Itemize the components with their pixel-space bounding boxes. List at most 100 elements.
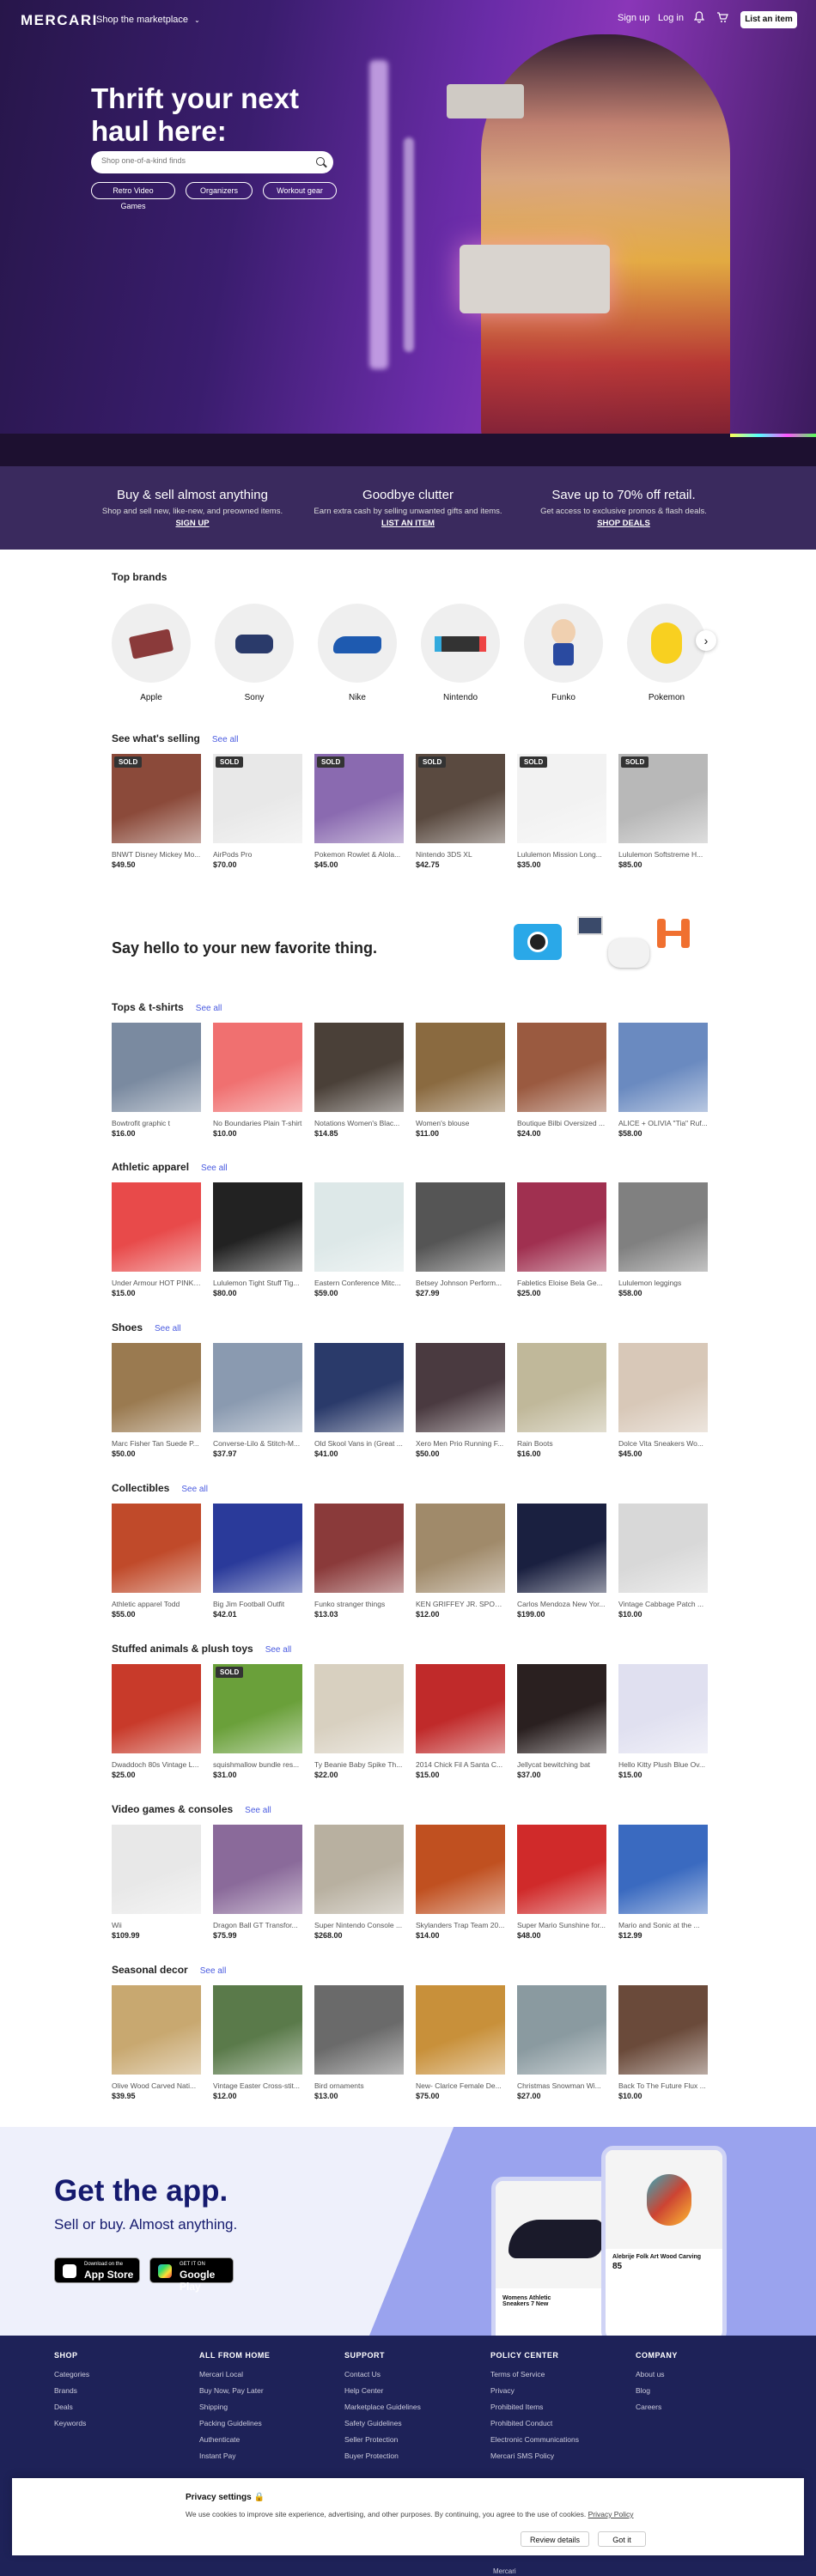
product-card[interactable]: Wii $109.99	[112, 1825, 201, 1940]
see-all-link[interactable]: See all	[196, 1004, 222, 1013]
footer-link[interactable]: Prohibited Items	[490, 2403, 628, 2411]
product-card[interactable]: Jellycat bewitching bat $37.00	[517, 1664, 606, 1779]
product-card[interactable]: Fabletics Eloise Bela Ge... $25.00	[517, 1182, 606, 1297]
see-all-link[interactable]: See all	[201, 1163, 228, 1173]
product-card[interactable]: Funko stranger things $13.03	[314, 1504, 404, 1619]
see-all-link[interactable]: See all	[245, 1806, 271, 1815]
footer-link[interactable]: Help Center	[344, 2386, 482, 2395]
list-item-button[interactable]: List an item	[740, 11, 797, 28]
product-card[interactable]: Converse-Lilo & Stitch-M... $37.97	[213, 1343, 302, 1458]
chip-organizers[interactable]: Organizers	[186, 182, 253, 199]
brand-pokemon[interactable]: Pokemon	[627, 604, 706, 702]
product-card[interactable]: Boutique Bilbi Oversized ... $24.00	[517, 1023, 606, 1138]
product-card[interactable]: Bird ornaments $13.00	[314, 1985, 404, 2100]
footer-link[interactable]: Keywords	[54, 2419, 192, 2427]
footer-link[interactable]: Categories	[54, 2370, 192, 2379]
brand-nintendo[interactable]: Nintendo	[421, 604, 500, 702]
sign-up-link[interactable]: SIGN UP	[89, 519, 295, 528]
got-it-button[interactable]: Got it	[598, 2531, 646, 2547]
product-card[interactable]: SOLD Pokemon Rowlet & Alola... $45.00	[314, 754, 404, 869]
product-card[interactable]: Old Skool Vans in (Great ... $41.00	[314, 1343, 404, 1458]
sign-up-link[interactable]: Sign up	[618, 13, 649, 23]
product-card[interactable]: Women's blouse $11.00	[416, 1023, 505, 1138]
product-card[interactable]: Big Jim Football Outfit $42.01	[213, 1504, 302, 1619]
footer-link[interactable]: Contact Us	[344, 2370, 482, 2379]
footer-link[interactable]: Buy Now, Pay Later	[199, 2386, 337, 2395]
search-input[interactable]	[101, 156, 308, 165]
product-card[interactable]: Betsey Johnson Perform... $27.99	[416, 1182, 505, 1297]
footer-link[interactable]: Mercari Local	[199, 2370, 337, 2379]
footer-link[interactable]: Brands	[54, 2386, 192, 2395]
footer-link[interactable]: Deals	[54, 2403, 192, 2411]
shop-marketplace-menu[interactable]: Shop the marketplace ⌄	[96, 15, 200, 25]
product-card[interactable]: Ty Beanie Baby Spike Th... $22.00	[314, 1664, 404, 1779]
product-card[interactable]: Dwaddoch 80s Vintage L... $25.00	[112, 1664, 201, 1779]
product-card[interactable]: Athletic apparel Todd $55.00	[112, 1504, 201, 1619]
product-card[interactable]: SOLD Lululemon Softstreme H... $85.00	[618, 754, 708, 869]
product-card[interactable]: Vintage Easter Cross-stit... $12.00	[213, 1985, 302, 2100]
product-card[interactable]: Eastern Conference Mitc... $59.00	[314, 1182, 404, 1297]
see-all-link[interactable]: See all	[181, 1485, 208, 1494]
review-details-button[interactable]: Review details	[521, 2531, 589, 2547]
footer-link[interactable]: Privacy	[490, 2386, 628, 2395]
product-card[interactable]: Christmas Snowman Wi... $27.00	[517, 1985, 606, 2100]
footer-link[interactable]: Seller Protection	[344, 2435, 482, 2444]
see-all-link[interactable]: See all	[155, 1324, 181, 1334]
product-card[interactable]: Dragon Ball GT Transfor... $75.99	[213, 1825, 302, 1940]
product-card[interactable]: Dolce Vita Sneakers Wo... $45.00	[618, 1343, 708, 1458]
footer-link[interactable]: Instant Pay	[199, 2451, 337, 2460]
footer-link[interactable]: Mercari SMS Policy	[490, 2451, 628, 2460]
see-all-link[interactable]: See all	[265, 1645, 292, 1655]
product-card[interactable]: Skylanders Trap Team 20... $14.00	[416, 1825, 505, 1940]
product-card[interactable]: Lululemon Tight Stuff Tig... $80.00	[213, 1182, 302, 1297]
footer-link[interactable]: Shipping	[199, 2403, 337, 2411]
google-play-button[interactable]: GET IT ON Google Play	[149, 2257, 234, 2293]
footer-link[interactable]: About us	[636, 2370, 773, 2379]
see-all-link[interactable]: See all	[200, 1966, 227, 1976]
product-card[interactable]: Rain Boots $16.00	[517, 1343, 606, 1458]
brand-sony[interactable]: Sony	[215, 604, 294, 702]
brand-apple[interactable]: Apple	[112, 604, 191, 702]
product-card[interactable]: No Boundaries Plain T-shirt $10.00	[213, 1023, 302, 1138]
log-in-link[interactable]: Log in	[658, 13, 684, 23]
footer-link[interactable]: Mercari	[493, 2567, 516, 2575]
product-card[interactable]: Under Armour HOT PINK ... $15.00	[112, 1182, 201, 1297]
footer-link[interactable]: Electronic Communications	[490, 2435, 628, 2444]
footer-link[interactable]: Prohibited Conduct	[490, 2419, 628, 2427]
list-an-item-link[interactable]: LIST AN ITEM	[305, 519, 511, 528]
product-card[interactable]: Carlos Mendoza New Yor... $199.00	[517, 1504, 606, 1619]
product-card[interactable]: KEN GRIFFEY JR. SPORT... $12.00	[416, 1504, 505, 1619]
product-card[interactable]: SOLD Lululemon Mission Long... $35.00	[517, 754, 606, 869]
product-card[interactable]: Mario and Sonic at the ... $12.99	[618, 1825, 708, 1940]
chip-retro-video-games[interactable]: Retro Video Games	[91, 182, 175, 210]
product-card[interactable]: SOLD Nintendo 3DS XL $42.75	[416, 754, 505, 869]
search-icon[interactable]	[316, 157, 325, 166]
shop-deals-link[interactable]: SHOP DEALS	[521, 519, 727, 528]
footer-link[interactable]: Marketplace Guidelines	[344, 2403, 482, 2411]
product-card[interactable]: Super Mario Sunshine for... $48.00	[517, 1825, 606, 1940]
product-card[interactable]: 2014 Chick Fil A Santa C... $15.00	[416, 1664, 505, 1779]
footer-link[interactable]: Buyer Protection	[344, 2451, 482, 2460]
product-card[interactable]: Olive Wood Carved Nati... $39.95	[112, 1985, 201, 2100]
product-card[interactable]: Xero Men Prio Running F... $50.00	[416, 1343, 505, 1458]
chip-workout-gear[interactable]: Workout gear	[263, 182, 337, 199]
footer-link[interactable]: Packing Guidelines	[199, 2419, 337, 2427]
privacy-policy-link[interactable]: Privacy Policy	[588, 2510, 634, 2518]
cart-icon[interactable]	[716, 11, 728, 26]
product-card[interactable]: Marc Fisher Tan Suede P... $50.00	[112, 1343, 201, 1458]
footer-link[interactable]: Safety Guidelines	[344, 2419, 482, 2427]
chevron-right-icon[interactable]: ›	[696, 630, 716, 651]
footer-link[interactable]: Careers	[636, 2403, 773, 2411]
product-card[interactable]: New- Clarice Female De... $75.00	[416, 1985, 505, 2100]
product-card[interactable]: Vintage Cabbage Patch ... $10.00	[618, 1504, 708, 1619]
see-all-link[interactable]: See all	[212, 735, 239, 744]
product-card[interactable]: Lululemon leggings $58.00	[618, 1182, 708, 1297]
product-card[interactable]: ALICE + OLIVIA "Tia" Ruf... $58.00	[618, 1023, 708, 1138]
product-card[interactable]: Back To The Future Flux ... $10.00	[618, 1985, 708, 2100]
mercari-logo[interactable]: MERCARI	[21, 12, 98, 29]
product-card[interactable]: Super Nintendo Console ... $268.00	[314, 1825, 404, 1940]
app-store-button[interactable]: Download on the App Store	[54, 2257, 140, 2283]
product-card[interactable]: Bowtrofit graphic t $16.00	[112, 1023, 201, 1138]
footer-link[interactable]: Blog	[636, 2386, 773, 2395]
brand-nike[interactable]: Nike	[318, 604, 397, 702]
